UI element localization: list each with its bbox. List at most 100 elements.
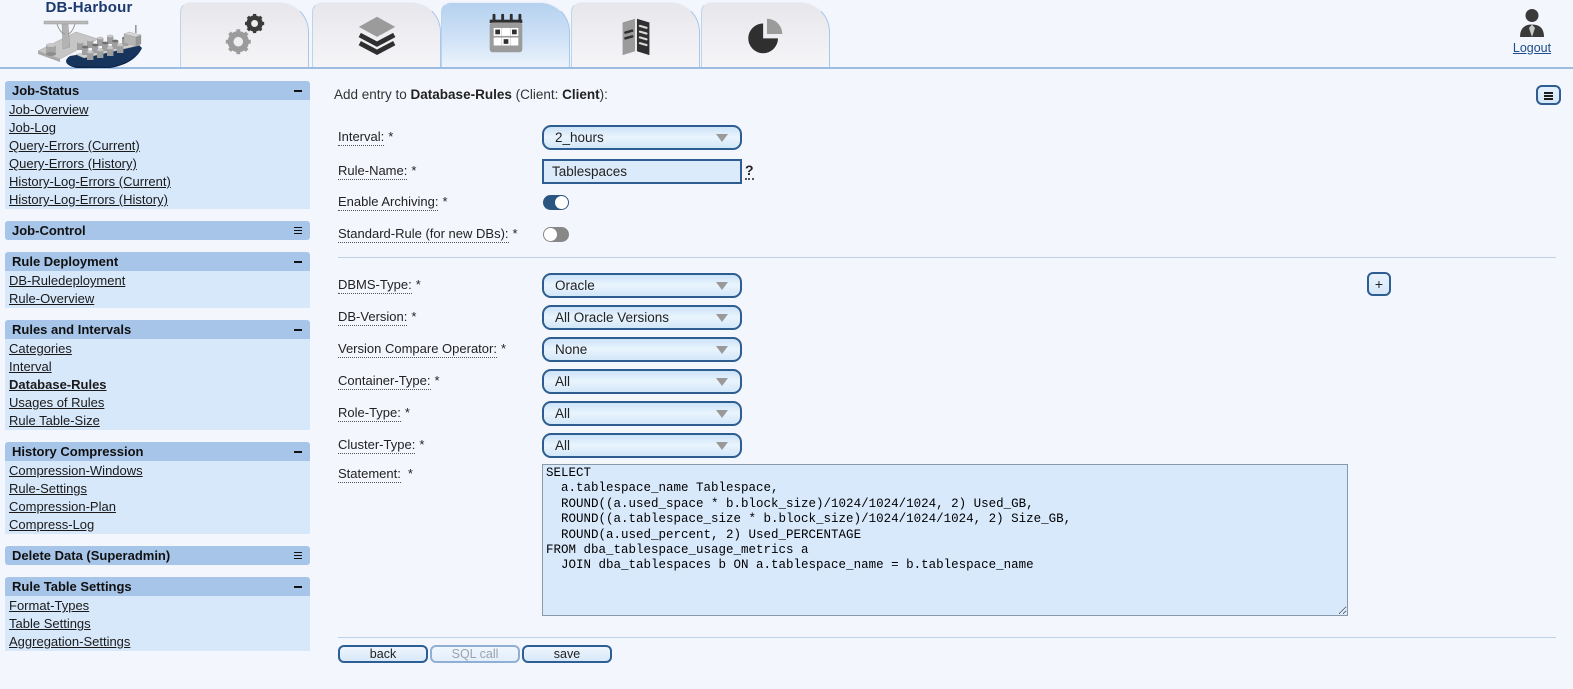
expand-icon[interactable] (294, 227, 302, 229)
tab-layers[interactable] (312, 2, 441, 67)
container-type-select[interactable]: All (542, 369, 742, 394)
sql-call-button[interactable]: SQL call (430, 645, 520, 663)
statement-textarea[interactable]: SELECT a.tablespace_name Tablespace, ROU… (542, 464, 1348, 616)
sidebar-item-aggregation-settings[interactable]: Aggregation-Settings (5, 633, 310, 651)
chevron-down-icon (716, 442, 728, 450)
app-logo: DB-Harbour (30, 0, 148, 68)
logout-link[interactable]: Logout (1513, 41, 1551, 55)
sidebar-item-query-errors-history[interactable]: Query-Errors (History) (5, 155, 310, 173)
required-marker: * (500, 341, 507, 356)
section-header-rule-deployment[interactable]: Rule Deployment (5, 252, 310, 271)
back-button[interactable]: back (338, 645, 428, 663)
section-items: Format-Types Table Settings Aggregation-… (5, 596, 310, 651)
form-row: Version Compare Operator: * None (338, 337, 1556, 362)
user-area: Logout (1504, 7, 1560, 57)
tab-settings[interactable] (180, 2, 309, 67)
role-type-value: All (555, 406, 571, 421)
sidebar-section-history-compression: History Compression Compression-Windows … (5, 442, 310, 534)
db-version-value: All Oracle Versions (555, 310, 670, 325)
sidebar-section-job-control: Job-Control (5, 221, 310, 240)
gears-icon (225, 13, 264, 55)
sidebar-item-usages-of-rules[interactable]: Usages of Rules (5, 394, 310, 412)
form-row: Rule-Name:* ? (338, 159, 1556, 184)
collapse-icon[interactable] (294, 586, 302, 588)
label-text: Enable Archiving: (338, 194, 439, 211)
container-type-value: All (555, 374, 571, 389)
enable-archiving-toggle[interactable] (543, 195, 569, 210)
section-items: Job-Overview Job-Log Query-Errors (Curre… (5, 100, 310, 209)
section-header-job-control[interactable]: Job-Control (5, 221, 310, 240)
label-text: Statement: (338, 466, 401, 483)
collapse-icon[interactable] (294, 90, 302, 92)
role-type-select[interactable]: All (542, 401, 742, 426)
rule-name-input[interactable] (542, 159, 742, 184)
table-menu-button[interactable] (1536, 85, 1561, 105)
sidebar-section-delete-data: Delete Data (Superadmin) (5, 546, 310, 565)
sidebar-item-compression-windows[interactable]: Compression-Windows (5, 462, 310, 480)
collapse-icon[interactable] (294, 261, 302, 263)
sidebar-item-database-rules[interactable]: Database-Rules (5, 376, 310, 394)
label-text: Role-Type: (338, 405, 401, 422)
sidebar-item-query-errors-current[interactable]: Query-Errors (Current) (5, 137, 310, 155)
dbms-type-select[interactable]: Oracle (542, 273, 742, 298)
chevron-down-icon (716, 346, 728, 354)
cluster-type-select[interactable]: All (542, 433, 742, 458)
db-version-label: DB-Version: * (338, 309, 416, 326)
sidebar-item-history-log-errors-current[interactable]: History-Log-Errors (Current) (5, 173, 310, 191)
section-header-job-status[interactable]: Job-Status (5, 81, 310, 100)
sidebar-item-interval[interactable]: Interval (5, 358, 310, 376)
save-button[interactable]: save (522, 645, 612, 663)
sidebar-item-compression-plan[interactable]: Compression-Plan (5, 498, 310, 516)
sidebar: Job-Status Job-Overview Job-Log Query-Er… (5, 81, 310, 663)
sidebar-item-job-log[interactable]: Job-Log (5, 119, 310, 137)
tab-statistics[interactable] (701, 2, 830, 67)
collapse-icon[interactable] (294, 329, 302, 331)
title-prefix: Add entry to (334, 87, 411, 102)
collapse-icon[interactable] (294, 451, 302, 453)
section-title: Rules and Intervals (12, 322, 132, 337)
add-rule-button[interactable]: + (1367, 272, 1391, 296)
sidebar-item-categories[interactable]: Categories (5, 340, 310, 358)
section-title: Job-Control (12, 223, 86, 238)
label-text: Cluster-Type: (338, 437, 416, 454)
tab-reports[interactable] (571, 2, 700, 67)
sidebar-item-rule-overview[interactable]: Rule-Overview (5, 290, 310, 308)
sidebar-item-db-ruledeployment[interactable]: DB-Ruledeployment (5, 272, 310, 290)
required-marker: * (442, 194, 448, 209)
statement-label: Statement: * (338, 466, 413, 483)
sidebar-item-rule-settings[interactable]: Rule-Settings (5, 480, 310, 498)
section-header-history-compression[interactable]: History Compression (5, 442, 310, 461)
calendar-icon (489, 13, 522, 53)
sidebar-item-history-log-errors-history[interactable]: History-Log-Errors (History) (5, 191, 310, 209)
interval-select[interactable]: 2_hours (542, 125, 742, 150)
sidebar-item-job-overview[interactable]: Job-Overview (5, 101, 310, 119)
sidebar-item-format-types[interactable]: Format-Types (5, 597, 310, 615)
rule-name-help[interactable]: ? (745, 162, 754, 180)
sidebar-section-rules-and-intervals: Rules and Intervals Categories Interval … (5, 320, 310, 430)
main-content: Add entry to Database-Rules (Client: Cli… (334, 81, 1561, 681)
harbour-ship-icon (37, 20, 142, 68)
chevron-down-icon (716, 378, 728, 386)
chevron-down-icon (716, 410, 728, 418)
label-text: Rule-Name: (338, 163, 408, 180)
rule-name-label: Rule-Name: * (338, 163, 416, 180)
standard-rule-toggle[interactable] (543, 227, 569, 242)
title-suffix: ): (599, 87, 608, 102)
sidebar-item-table-settings[interactable]: Table Settings (5, 615, 310, 633)
section-header-rules-and-intervals[interactable]: Rules and Intervals (5, 320, 310, 339)
tab-scheduler[interactable] (441, 2, 570, 67)
page-title: Add entry to Database-Rules (Client: Cli… (334, 87, 608, 102)
db-version-select[interactable]: All Oracle Versions (542, 305, 742, 330)
sidebar-item-rule-table-size[interactable]: Rule Table-Size (5, 412, 310, 430)
version-compare-operator-select[interactable]: None (542, 337, 742, 362)
form-row: back SQL call save (338, 645, 1556, 665)
section-header-delete-data[interactable]: Delete Data (Superadmin) (5, 546, 310, 565)
section-title: Rule Table Settings (12, 579, 132, 594)
label-text: Container-Type: (338, 373, 431, 390)
expand-icon[interactable] (294, 552, 302, 554)
section-header-rule-table-settings[interactable]: Rule Table Settings (5, 577, 310, 596)
form-row: Statement: * SELECT a.tablespace_name Tab… (338, 464, 1556, 616)
chevron-down-icon (716, 314, 728, 322)
sidebar-item-compress-log[interactable]: Compress-Log (5, 516, 310, 534)
dbms-type-label: DBMS-Type: * (338, 277, 421, 294)
